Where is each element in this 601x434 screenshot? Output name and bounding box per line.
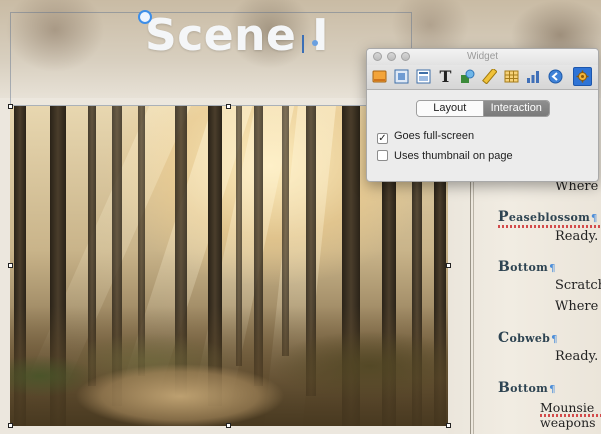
option-label: Uses thumbnail on page [394, 150, 513, 162]
tab-layout[interactable]: Layout [417, 101, 484, 116]
full-screen-checkbox[interactable]: ✓ [377, 133, 388, 144]
widget-inspector-panel: Widget T Layout Interaction ✓ Goes full-… [366, 48, 599, 182]
dialogue-line[interactable]: Ready. [555, 349, 598, 364]
shape-widget-icon[interactable] [458, 67, 477, 86]
resize-handle-right[interactable] [446, 263, 451, 268]
gallery-widget-icon[interactable] [392, 67, 411, 86]
panel-titlebar[interactable]: Widget [367, 49, 598, 65]
dialogue-line[interactable]: Mounsie [540, 400, 594, 415]
resize-handle-left[interactable] [8, 263, 13, 268]
resize-handle-top-left[interactable] [8, 104, 13, 109]
dialogue-line[interactable]: Scratch [555, 278, 601, 293]
dialogue-line[interactable]: Ready. [555, 229, 598, 244]
speaker-name[interactable]: Peaseblossom¶ [498, 209, 598, 225]
panel-title: Widget [466, 51, 499, 62]
column-rule [473, 150, 474, 434]
text-cursor [302, 35, 304, 53]
layout-interaction-tabs: Layout Interaction [416, 100, 550, 117]
cursor-handle[interactable] [312, 40, 318, 46]
gear-settings-icon[interactable] [573, 67, 592, 86]
tab-interaction[interactable]: Interaction [483, 101, 549, 116]
resize-handle-bottom[interactable] [226, 423, 231, 428]
frame-widget-icon[interactable] [414, 67, 433, 86]
speaker-name[interactable]: Bottom¶ [498, 259, 556, 275]
option-full-screen[interactable]: ✓ Goes full-screen [377, 130, 474, 144]
rotate-handle[interactable] [138, 10, 152, 24]
text-widget-icon[interactable]: T [436, 67, 455, 86]
column-rule [470, 150, 471, 434]
back-navigation-icon[interactable] [546, 67, 565, 86]
text-glyph: T [439, 67, 452, 86]
forest-path [50, 356, 310, 426]
chart-widget-icon[interactable] [524, 67, 543, 86]
image-widget-icon[interactable] [370, 67, 389, 86]
speaker-name[interactable]: Bottom¶ [498, 380, 556, 396]
speaker-name[interactable]: Cobweb¶ [498, 330, 558, 346]
resize-handle-bottom-right[interactable] [446, 423, 451, 428]
dialogue-line[interactable]: Where [555, 299, 598, 314]
ruler-widget-icon[interactable] [480, 67, 499, 86]
option-label: Goes full-screen [394, 130, 475, 142]
table-widget-icon[interactable] [502, 67, 521, 86]
option-thumbnail[interactable]: Uses thumbnail on page [377, 150, 513, 162]
resize-handle-top[interactable] [226, 104, 231, 109]
dialogue-line[interactable]: weapons [540, 415, 596, 430]
resize-handle-bottom-left[interactable] [8, 423, 13, 428]
widget-toolbar: T [367, 65, 598, 90]
spelling-underline [498, 225, 601, 228]
thumbnail-checkbox[interactable] [377, 150, 388, 161]
